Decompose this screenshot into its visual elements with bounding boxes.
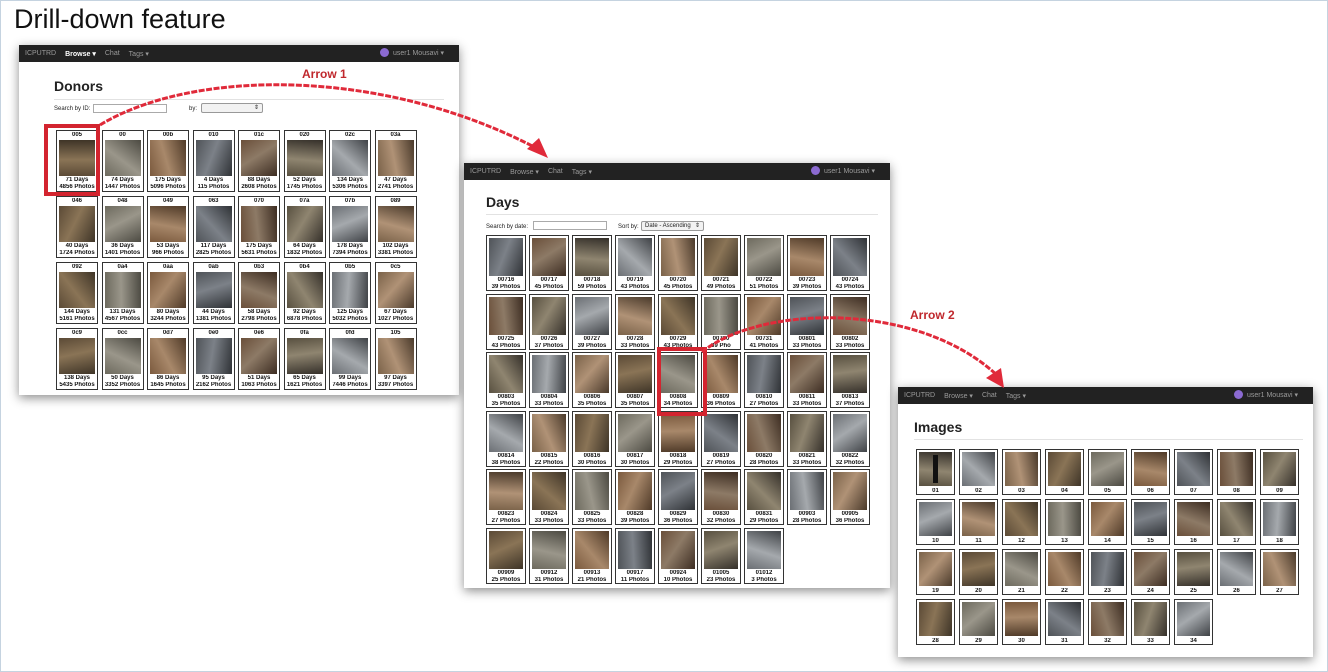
- drilldown-arrows: [99, 83, 1004, 388]
- arrow-2-label: Arrow 2: [910, 308, 955, 322]
- arrow-1-head: [527, 138, 548, 158]
- arrow-1-curve: [99, 83, 541, 152]
- arrow-2-curve: [701, 316, 1002, 380]
- arrow-1-label: Arrow 1: [302, 67, 347, 81]
- arrow-2-head: [986, 368, 1004, 388]
